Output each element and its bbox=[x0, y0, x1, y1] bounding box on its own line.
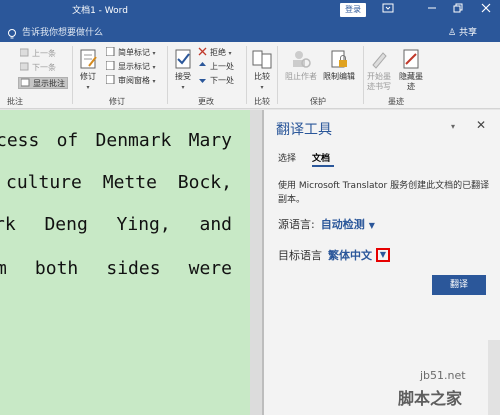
group-divider bbox=[277, 46, 278, 104]
accept-icon bbox=[175, 49, 191, 69]
comments-group-label: 批注 bbox=[7, 97, 23, 106]
compare-group-label: 比较 bbox=[254, 97, 270, 106]
close-icon[interactable]: ✕ bbox=[476, 118, 486, 132]
login-button[interactable]: 登录 bbox=[340, 3, 366, 17]
markup-icon bbox=[105, 46, 115, 57]
compare-icon bbox=[252, 50, 272, 69]
ink-group-label: 墨迹 bbox=[388, 97, 404, 106]
chevron-down-icon: ▾ bbox=[152, 78, 156, 85]
previous-change-button[interactable]: 上一处 bbox=[198, 61, 234, 73]
minimize-icon[interactable] bbox=[424, 2, 440, 18]
track-changes-button[interactable]: 修订 ▾ bbox=[76, 48, 100, 93]
tell-me-bar: 告诉我你想要做什么 ♙ 共享 bbox=[0, 20, 500, 42]
close-icon[interactable] bbox=[478, 2, 494, 18]
tell-me-input[interactable]: 告诉我你想要做什么 bbox=[22, 25, 103, 38]
group-divider bbox=[167, 46, 168, 104]
hide-ink-icon bbox=[403, 49, 419, 69]
lightbulb-icon bbox=[6, 25, 18, 39]
start-inking-button[interactable]: 开始墨迹书写 bbox=[364, 48, 394, 92]
target-language-label: 目标语言 bbox=[278, 249, 322, 262]
hide-ink-button[interactable]: 隐藏墨迹 bbox=[396, 48, 426, 92]
review-pane-button[interactable]: 审阅窗格 ▾ bbox=[105, 74, 156, 87]
title-bar: 文档1 - Word 登录 bbox=[0, 0, 500, 20]
watermark-site: jb51.net bbox=[420, 369, 466, 382]
translator-description: 使用 Microsoft Translator 服务创建此文档的已翻译副本。 bbox=[278, 181, 490, 205]
pane-options-icon[interactable]: ▾ bbox=[451, 122, 455, 131]
active-tab-indicator bbox=[312, 165, 334, 167]
group-divider bbox=[72, 46, 73, 104]
review-pane-icon bbox=[105, 74, 115, 85]
target-language-select[interactable]: 繁体中文 bbox=[328, 249, 372, 262]
accept-button[interactable]: 接受 ▾ bbox=[171, 48, 195, 93]
review-ribbon: 上一条 下一条 显示批注 批注 修订 ▾ 简单标记 ▾ 显示标记 ▾ 审阅窗格 ▾… bbox=[0, 42, 500, 109]
next-comment-button[interactable]: 下一条 bbox=[19, 62, 56, 74]
previous-change-icon bbox=[198, 61, 207, 70]
source-language-row: 源语言: 自动检测 ▼ bbox=[278, 216, 375, 232]
previous-comment-icon bbox=[19, 48, 29, 57]
share-button[interactable]: ♙ 共享 bbox=[448, 25, 477, 38]
document-scrollbar[interactable] bbox=[250, 110, 262, 415]
next-change-icon bbox=[198, 75, 207, 84]
show-comments-icon bbox=[20, 78, 30, 87]
pen-icon bbox=[372, 52, 387, 69]
show-markup-icon bbox=[105, 60, 115, 71]
translate-button[interactable]: 翻译 bbox=[432, 275, 486, 295]
window-title: 文档1 - Word bbox=[72, 6, 128, 16]
chevron-down-icon: ▾ bbox=[181, 84, 185, 91]
compare-button[interactable]: 比较 ▾ bbox=[250, 48, 274, 93]
show-comments-button[interactable]: 显示批注 bbox=[18, 77, 68, 89]
document-line: rk Deng Ying, and bbox=[0, 214, 232, 235]
tab-selection[interactable]: 选择 bbox=[278, 151, 296, 164]
source-language-label: 源语言: bbox=[278, 218, 315, 231]
chevron-down-icon: ▾ bbox=[152, 64, 156, 71]
next-change-button[interactable]: 下一处 bbox=[198, 75, 234, 87]
group-divider bbox=[246, 46, 247, 104]
chevron-down-icon: ▾ bbox=[260, 84, 264, 91]
target-language-dropdown-icon[interactable]: ▼ bbox=[376, 248, 390, 262]
chevron-down-icon: ▾ bbox=[86, 84, 90, 91]
lock-icon bbox=[331, 50, 347, 68]
person-icon: ♙ bbox=[448, 28, 457, 38]
tracking-group-label: 修订 bbox=[109, 97, 125, 106]
track-changes-icon bbox=[80, 49, 97, 69]
document-canvas[interactable]: cess of Denmark Mary culture Mette Bock,… bbox=[0, 110, 262, 415]
translator-pane-title: 翻译工具 bbox=[276, 122, 332, 138]
document-line: cess of Denmark Mary bbox=[0, 130, 232, 151]
block-authors-icon bbox=[293, 51, 311, 68]
ribbon-display-icon[interactable] bbox=[380, 2, 396, 18]
tab-document[interactable]: 文档 bbox=[312, 151, 330, 164]
changes-group-label: 更改 bbox=[198, 97, 214, 106]
share-label: 共享 bbox=[458, 28, 477, 38]
target-language-row: 目标语言 繁体中文 bbox=[278, 247, 372, 263]
source-language-select[interactable]: 自动检测 bbox=[321, 218, 365, 231]
chevron-down-icon[interactable]: ▼ bbox=[369, 221, 375, 230]
watermark-logo: 脚本之家 bbox=[398, 389, 463, 408]
word-window: 文档1 - Word 登录 告诉我你想要做什么 ♙ 共享 上一条 下一条 显示批… bbox=[0, 0, 500, 415]
restrict-editing-button[interactable]: 限制编辑 bbox=[320, 48, 358, 82]
previous-comment-button[interactable]: 上一条 bbox=[19, 48, 56, 60]
pane-scrollbar[interactable] bbox=[488, 340, 500, 415]
simple-markup-select[interactable]: 简单标记 ▾ bbox=[105, 46, 156, 59]
next-comment-icon bbox=[19, 62, 29, 71]
protect-group-label: 保护 bbox=[310, 97, 326, 106]
restore-icon[interactable] bbox=[450, 2, 466, 18]
chevron-down-icon: ▾ bbox=[152, 50, 156, 57]
reject-button[interactable]: 拒绝 ▾ bbox=[198, 47, 232, 59]
document-line: culture Mette Bock, bbox=[6, 172, 232, 193]
chevron-down-icon: ▾ bbox=[228, 50, 232, 57]
reject-icon bbox=[198, 47, 207, 56]
show-markup-button[interactable]: 显示标记 ▾ bbox=[105, 60, 156, 73]
document-line: m both sides were bbox=[0, 258, 232, 279]
block-authors-button[interactable]: 阻止作者 bbox=[282, 48, 320, 82]
